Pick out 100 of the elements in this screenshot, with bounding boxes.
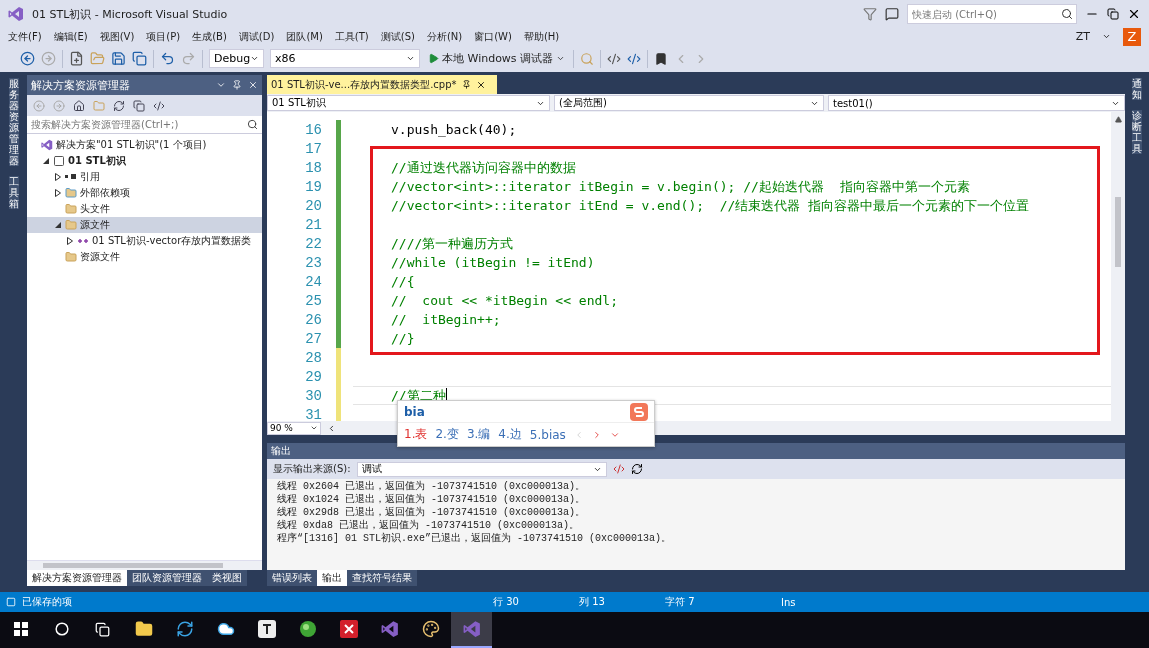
tree-item[interactable]: 01 STL初识-vector存放内置数据类: [27, 233, 262, 249]
tree-item[interactable]: 01 STL初识: [27, 153, 262, 169]
tree-item[interactable]: 头文件: [27, 201, 262, 217]
bookmark-icon[interactable]: [654, 51, 669, 66]
side-tab[interactable]: 诊断工具: [1132, 110, 1142, 154]
side-tab[interactable]: 工具箱: [8, 176, 19, 209]
menu-item[interactable]: 团队(M): [286, 29, 323, 44]
tree-item[interactable]: 资源文件: [27, 249, 262, 265]
line-number: 26: [304, 311, 322, 328]
output-source-dropdown[interactable]: 调试: [356, 461, 607, 477]
visual-studio-icon: [380, 620, 399, 638]
side-tab[interactable]: 通知: [1132, 78, 1142, 100]
scroll-up-icon[interactable]: [1114, 116, 1122, 123]
task-view-icon: [95, 621, 110, 637]
account-avatar[interactable]: Z: [1123, 27, 1141, 46]
scroll-left-icon[interactable]: [327, 423, 336, 433]
panel-tab[interactable]: 输出: [317, 570, 347, 586]
close-icon[interactable]: [475, 79, 486, 90]
panel-tab[interactable]: 解决方案资源管理器: [27, 570, 127, 586]
configuration-dropdown[interactable]: Debug: [209, 49, 264, 68]
code-line: //vector<int>::iterator itBegin = v.begin(); //起始迭代器 指向容器中第一个元素: [391, 177, 970, 196]
panel-tab[interactable]: 错误列表: [267, 570, 317, 586]
menu-item[interactable]: 编辑(E): [53, 29, 88, 44]
app-icon: [339, 620, 358, 638]
line-number: 28: [304, 349, 322, 366]
search-icon: [54, 622, 69, 636]
tree-item[interactable]: 引用: [27, 169, 262, 185]
tree-item[interactable]: 外部依赖项: [27, 185, 262, 201]
expanded-arrow-icon[interactable]: [55, 222, 61, 228]
menu-item[interactable]: 文件(F): [8, 29, 42, 44]
new-project-icon[interactable]: [69, 51, 84, 66]
menu-item[interactable]: 窗口(W): [474, 29, 512, 44]
ime-candidate[interactable]: 5.bias: [529, 427, 566, 442]
ime-candidate[interactable]: 2.变: [435, 426, 459, 443]
pin-icon[interactable]: [461, 80, 471, 89]
line-number: 18: [304, 159, 322, 176]
collapsed-arrow-icon[interactable]: [67, 237, 73, 245]
caret-icon[interactable]: [250, 54, 260, 63]
panel-tab[interactable]: 团队资源管理器: [127, 570, 207, 586]
back-icon[interactable]: [20, 51, 35, 66]
folder-icon: [65, 251, 77, 263]
code-icon[interactable]: [153, 99, 165, 112]
tree-item[interactable]: 源文件: [27, 217, 262, 233]
solution-icon: [41, 139, 53, 151]
code-line: //vector<int>::iterator itEnd = v.end(); //结束迭代器 指向容器中最后一个元素的下一个位置: [391, 196, 1030, 215]
output-line: 程序“[1316] 01 STL初识.exe”已退出，返回值为 -1073741510 (0xc000013a)。: [277, 532, 673, 545]
caret-icon[interactable]: [310, 424, 318, 432]
platform-dropdown[interactable]: x86: [270, 49, 420, 68]
ime-candidate[interactable]: 4.边: [498, 426, 522, 443]
source-label: 显示输出来源(S):: [273, 462, 351, 476]
code-line: // itBegin++;: [391, 312, 501, 327]
ball-icon: [298, 620, 317, 638]
tree-item[interactable]: 解决方案"01 STL初识"(1 个项目): [27, 137, 262, 153]
caret-icon[interactable]: [216, 80, 226, 90]
column-indicator: 列 13: [579, 595, 606, 609]
restore-icon[interactable]: [1107, 8, 1119, 20]
feedback-icon[interactable]: [885, 7, 899, 21]
expanded-arrow-icon[interactable]: [43, 158, 49, 164]
search-icon[interactable]: [247, 119, 258, 130]
navigation-dropdown[interactable]: 01 STL初识: [267, 95, 550, 111]
document-tab[interactable]: 01 STL初识-ve...存放内置数据类型.cpp*: [267, 75, 497, 94]
menu-item[interactable]: 项目(P): [146, 29, 181, 44]
menu-item[interactable]: 调试(D): [238, 29, 275, 44]
home-icon[interactable]: [73, 99, 85, 112]
zoom-dropdown[interactable]: 90 %: [267, 421, 321, 435]
caret-icon[interactable]: [406, 54, 415, 63]
caret-icon[interactable]: [1102, 32, 1111, 41]
caret-icon[interactable]: [556, 54, 566, 63]
visual-studio-icon: [462, 620, 481, 638]
menu-item[interactable]: 测试(S): [380, 29, 415, 44]
line-number: 17: [304, 140, 322, 157]
scrollbar-thumb[interactable]: [1115, 197, 1121, 267]
pin-icon[interactable]: [232, 80, 242, 90]
line-number: 30: [304, 387, 322, 404]
folder-icon: [65, 203, 77, 215]
start-debugging-button[interactable]: 本地 Windows 调试器: [426, 51, 568, 66]
panel-tab[interactable]: 类视图: [207, 570, 247, 586]
side-tab[interactable]: 服务器资源管理器: [8, 78, 19, 166]
menu-item[interactable]: 分析(N): [426, 29, 463, 44]
account-name[interactable]: ZT: [1075, 30, 1090, 43]
navigation-dropdown[interactable]: test01(): [828, 95, 1125, 111]
undo-icon[interactable]: [160, 51, 175, 66]
scrollbar-thumb[interactable]: [43, 563, 223, 568]
mode-indicator: Ins: [781, 596, 797, 608]
menu-item[interactable]: 帮助(H): [523, 29, 560, 44]
line-number: 24: [304, 273, 322, 290]
panel-tab[interactable]: 查找符号结果: [347, 570, 417, 586]
filter-icon[interactable]: [863, 7, 877, 21]
ime-candidate[interactable]: 1.表: [404, 426, 428, 443]
menu-item[interactable]: 工具(T): [334, 29, 369, 44]
folder-icon: [65, 219, 77, 231]
close-icon[interactable]: [1127, 7, 1141, 21]
save-icon[interactable]: [111, 51, 126, 66]
search-field[interactable]: 搜索解决方案资源管理器(Ctrl+;): [27, 116, 262, 134]
quick-launch-field[interactable]: 快速启动 (Ctrl+Q): [907, 4, 1077, 24]
menu-item[interactable]: 生成(B): [192, 29, 227, 44]
menu-item[interactable]: 视图(V): [99, 29, 135, 44]
ime-candidate[interactable]: 3.编: [466, 426, 491, 443]
search-icon[interactable]: [1061, 8, 1073, 20]
navigation-dropdown[interactable]: (全局范围): [554, 95, 824, 111]
